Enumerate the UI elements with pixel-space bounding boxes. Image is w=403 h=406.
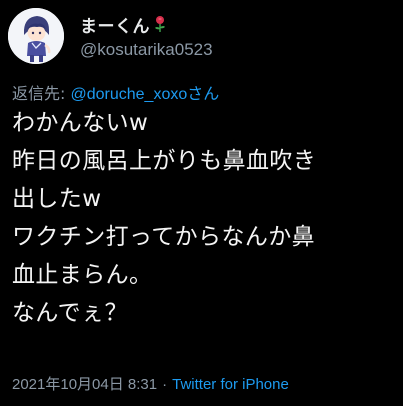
- tweet-text: わかんないw 昨日の風呂上がりも鼻血吹き 出したw ワクチン打ってからなんか鼻 …: [12, 104, 402, 332]
- tweet-card: まーくん @kosutarika0523 返信先: @doruche_xoxoさ…: [0, 0, 403, 406]
- tweet-header: まーくん @kosutarika0523: [8, 8, 213, 64]
- tweet-text-line: なんでぇ？: [12, 300, 128, 326]
- tweet-timestamp[interactable]: 2021年10月04日 8:31: [12, 376, 157, 393]
- handle[interactable]: @kosutarika0523: [80, 40, 213, 60]
- tweet-text-line: わかんないw: [12, 110, 149, 136]
- avatar-illustration: [8, 8, 64, 64]
- meta-separator: ·: [162, 376, 168, 393]
- tweet-text-line: ワクチン打ってからなんか鼻: [12, 224, 316, 250]
- reply-prefix: 返信先:: [12, 84, 71, 103]
- author-names: まーくん @kosutarika0523: [80, 12, 213, 60]
- reply-context: 返信先: @doruche_xoxoさん: [12, 80, 219, 104]
- rose-icon: [153, 15, 167, 33]
- display-name[interactable]: まーくん: [80, 12, 150, 37]
- reply-mention-link[interactable]: @doruche_xoxo: [70, 86, 187, 103]
- tweet-meta: 2021年10月04日 8:31 · Twitter for iPhone: [12, 373, 289, 394]
- reply-mention-suffix: さん: [187, 84, 220, 103]
- tweet-text-line: 血止まらん。: [12, 262, 153, 288]
- tweet-text-line: 昨日の風呂上がりも鼻血吹き: [12, 148, 317, 174]
- display-name-row[interactable]: まーくん: [80, 12, 213, 37]
- avatar[interactable]: [8, 8, 64, 64]
- tweet-source-link[interactable]: Twitter for iPhone: [172, 376, 289, 393]
- tweet-text-line: 出したw: [12, 186, 102, 212]
